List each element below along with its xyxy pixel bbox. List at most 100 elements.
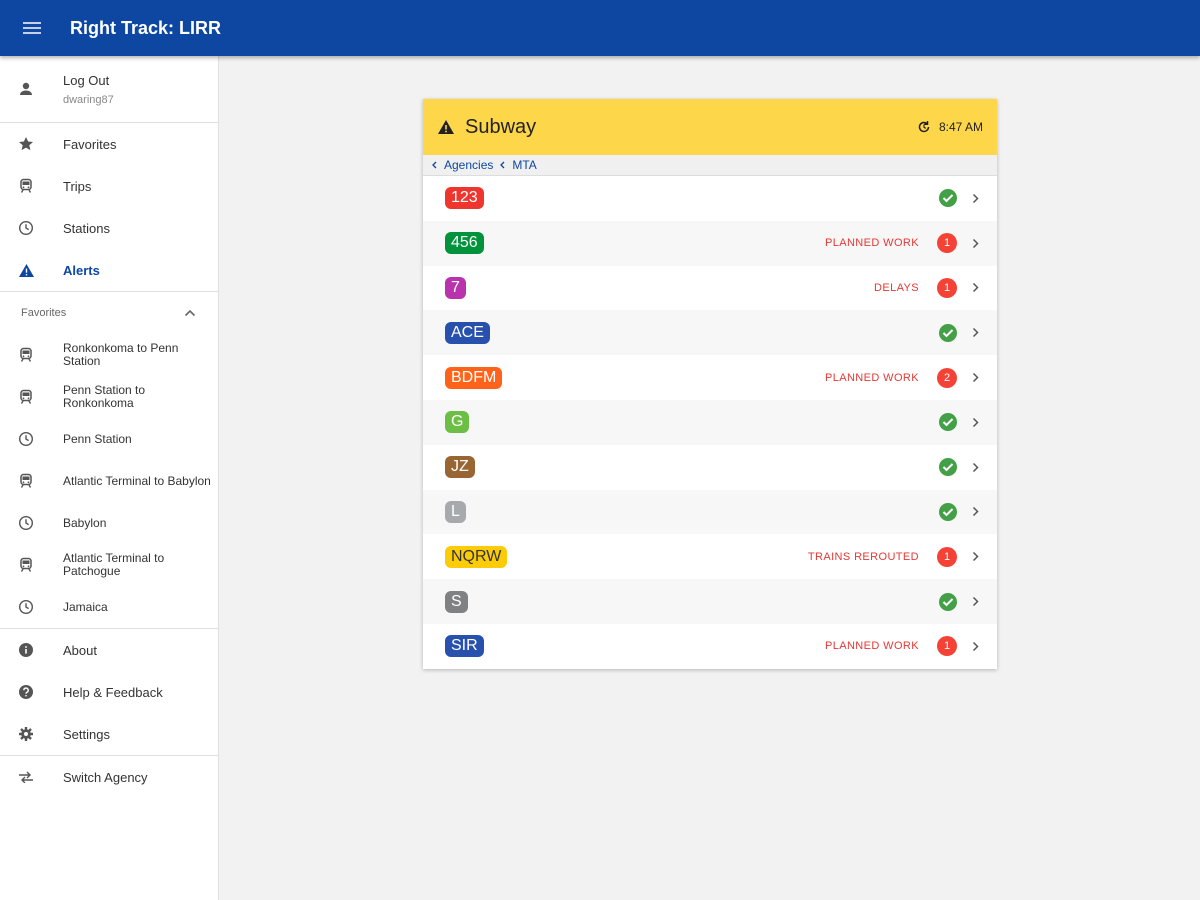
card-title: Subway xyxy=(465,115,537,138)
line-row-s[interactable]: S xyxy=(423,579,997,624)
drawer-item-label: Jamaica xyxy=(63,599,108,614)
drawer-item-label: Atlantic Terminal to Babylon xyxy=(63,473,211,488)
logout-item[interactable]: Log Out dwaring87 xyxy=(0,56,218,122)
swap-icon xyxy=(16,767,36,787)
line-row-jz[interactable]: JZ xyxy=(423,445,997,490)
favorite-item-atlantic-terminal-to-babylon[interactable]: Atlantic Terminal to Babylon xyxy=(0,460,218,502)
breadcrumb: Agencies MTA xyxy=(423,155,997,176)
nav-item-settings[interactable]: Settings xyxy=(0,713,218,755)
menu-button[interactable] xyxy=(0,0,64,56)
line-badge: BDFM xyxy=(445,366,503,389)
nav-item-favorites[interactable]: Favorites xyxy=(0,123,218,165)
chevron-right-icon xyxy=(957,238,993,249)
check-circle-icon xyxy=(939,413,957,432)
drawer-item-label: Atlantic Terminal to Patchogue xyxy=(63,551,165,578)
drawer-item-label: Stations xyxy=(63,220,110,236)
username: dwaring87 xyxy=(63,93,114,106)
chevron-up-icon xyxy=(184,309,196,317)
line-badge: ACE xyxy=(445,321,490,344)
alert-count-badge: 1 xyxy=(937,277,957,298)
favorite-item-babylon[interactable]: Babylon xyxy=(0,502,218,544)
person-icon xyxy=(16,79,36,99)
app-bar: Right Track: LIRR xyxy=(0,0,1200,56)
chevron-right-icon xyxy=(957,282,993,293)
alert-count-badge: 1 xyxy=(937,233,957,254)
clock-icon xyxy=(16,597,36,617)
line-row-g[interactable]: G xyxy=(423,399,997,445)
check-circle-icon xyxy=(939,592,957,611)
line-row-bdfm[interactable]: BDFM PLANNED WORK 2 xyxy=(423,355,997,400)
switch-agency-item[interactable]: Switch Agency xyxy=(0,756,218,798)
line-row-ace[interactable]: ACE xyxy=(423,310,997,356)
chevron-left-icon xyxy=(432,161,437,169)
breadcrumb-agencies[interactable]: Agencies xyxy=(431,158,493,172)
nav-item-stations[interactable]: Stations xyxy=(0,207,218,249)
nav-list: Favorites Trips Stations Alerts xyxy=(0,123,218,291)
update-time[interactable]: 8:47 AM xyxy=(917,120,983,134)
line-row-7[interactable]: 7 DELAYS 1 xyxy=(423,266,997,311)
favorite-item-penn-station-to-ronkonkoma[interactable]: Penn Station to Ronkonkoma xyxy=(0,376,218,418)
chevron-right-icon xyxy=(957,462,993,473)
logout-label: Log Out xyxy=(63,72,110,88)
line-badge: 456 xyxy=(445,232,484,255)
nav-item-help-feedback[interactable]: Help & Feedback xyxy=(0,671,218,713)
line-row-456[interactable]: 456 PLANNED WORK 1 xyxy=(423,220,997,266)
clock-icon xyxy=(16,218,36,238)
line-badge: 123 xyxy=(445,187,484,210)
drawer-item-label: Favorites xyxy=(63,136,117,152)
chevron-right-icon xyxy=(957,596,993,607)
train-icon xyxy=(16,387,36,407)
chevron-right-icon xyxy=(957,551,993,562)
refresh-icon xyxy=(918,121,930,133)
chevron-right-icon xyxy=(957,372,993,383)
check-circle-icon xyxy=(939,323,957,342)
chevron-left-icon xyxy=(500,161,505,169)
check-circle-icon xyxy=(939,458,957,477)
favorite-item-jamaica[interactable]: Jamaica xyxy=(0,586,218,628)
line-row-l[interactable]: L xyxy=(423,489,997,535)
status-text: DELAYS xyxy=(874,281,919,294)
footer-list: About Help & Feedback Settings xyxy=(0,629,218,755)
nav-item-trips[interactable]: Trips xyxy=(0,165,218,207)
status-text: PLANNED WORK xyxy=(824,237,919,250)
favorite-item-penn-station[interactable]: Penn Station xyxy=(0,418,218,460)
line-list: 123 456 PLANNED WORK 1 7 DELAYS 1 ACE BDFM PLANNE… xyxy=(423,176,997,669)
line-row-nqrw[interactable]: NQRW TRAINS REROUTED 1 xyxy=(423,534,997,579)
check-circle-icon xyxy=(939,189,957,208)
favorite-item-ronkonkoma-to-penn-station[interactable]: Ronkonkoma to Penn Station xyxy=(0,334,218,376)
clock-icon xyxy=(16,513,36,533)
breadcrumb-agencies-label: Agencies xyxy=(444,158,494,172)
update-time-label: 8:47 AM xyxy=(938,120,983,134)
drawer-item-label: Penn Station to Ronkonkoma xyxy=(63,383,146,410)
chevron-right-icon xyxy=(957,193,993,204)
favorite-item-atlantic-terminal-to-patchogue[interactable]: Atlantic Terminal to Patchogue xyxy=(0,544,218,586)
app-title: Right Track: LIRR xyxy=(70,17,222,38)
status-text: TRAINS REROUTED xyxy=(807,550,919,563)
breadcrumb-mta[interactable]: MTA xyxy=(499,158,537,172)
line-row-sir[interactable]: SIR PLANNED WORK 1 xyxy=(423,624,997,669)
drawer-item-label: Penn Station xyxy=(63,431,132,446)
line-badge: NQRW xyxy=(445,545,508,568)
line-badge: SIR xyxy=(445,635,484,658)
line-badge: L xyxy=(445,500,466,523)
nav-item-about[interactable]: About xyxy=(0,629,218,671)
warning-icon xyxy=(438,120,454,134)
gear-icon xyxy=(16,724,36,744)
favorites-header[interactable]: Favorites xyxy=(0,292,218,334)
chevron-right-icon xyxy=(957,327,993,338)
line-row-123[interactable]: 123 xyxy=(423,176,997,221)
drawer-item-label: Help & Feedback xyxy=(63,684,163,700)
drawer-item-label: Babylon xyxy=(63,515,107,530)
card-header: Subway 8:47 AM xyxy=(423,99,997,155)
chevron-right-icon xyxy=(957,506,993,517)
navigation-drawer: Log Out dwaring87 Favorites Trips Stations… xyxy=(0,56,219,900)
nav-item-alerts[interactable]: Alerts xyxy=(0,249,218,291)
alerts-card: Subway 8:47 AM Agencies MTA 123 456 PLANNE… xyxy=(423,99,997,669)
drawer-item-label: Trips xyxy=(63,178,92,194)
alert-count-badge: 1 xyxy=(937,546,957,567)
status-text: PLANNED WORK xyxy=(824,371,919,384)
clock-icon xyxy=(16,429,36,449)
check-circle-icon xyxy=(939,502,957,521)
help-icon xyxy=(16,682,36,702)
line-badge: S xyxy=(445,590,468,613)
